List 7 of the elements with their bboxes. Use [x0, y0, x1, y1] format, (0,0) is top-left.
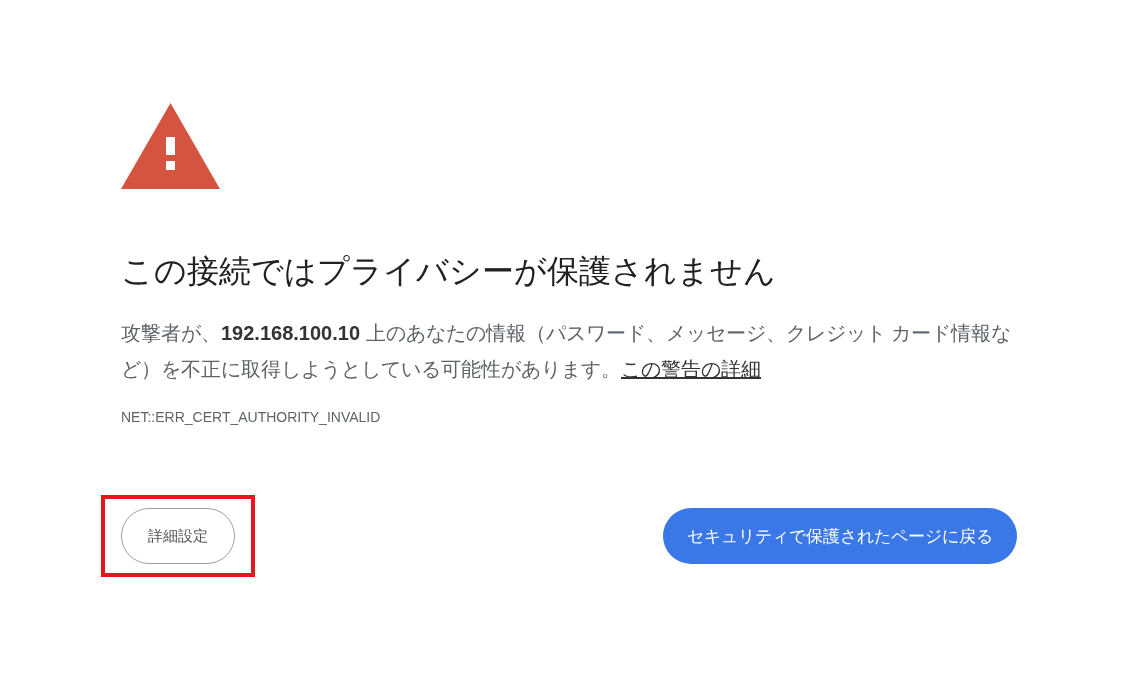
error-code: NET::ERR_CERT_AUTHORITY_INVALID [121, 409, 381, 425]
warning-text: 攻撃者が、192.168.100.10 上のあなたの情報（パスワード、メッセージ、クレジット カード情報など）を不正に取得しようとしている可能性があります。この警告の詳細 [121, 321, 1013, 382]
page-heading: この接続ではプライバシーが保護されません [121, 252, 776, 291]
advanced-button[interactable]: 詳細設定 [121, 508, 235, 564]
details-link[interactable]: この警告の詳細 [621, 358, 761, 380]
warning-icon [121, 103, 220, 189]
back-to-safety-button[interactable]: セキュリティで保護されたページに戻る [663, 508, 1017, 564]
